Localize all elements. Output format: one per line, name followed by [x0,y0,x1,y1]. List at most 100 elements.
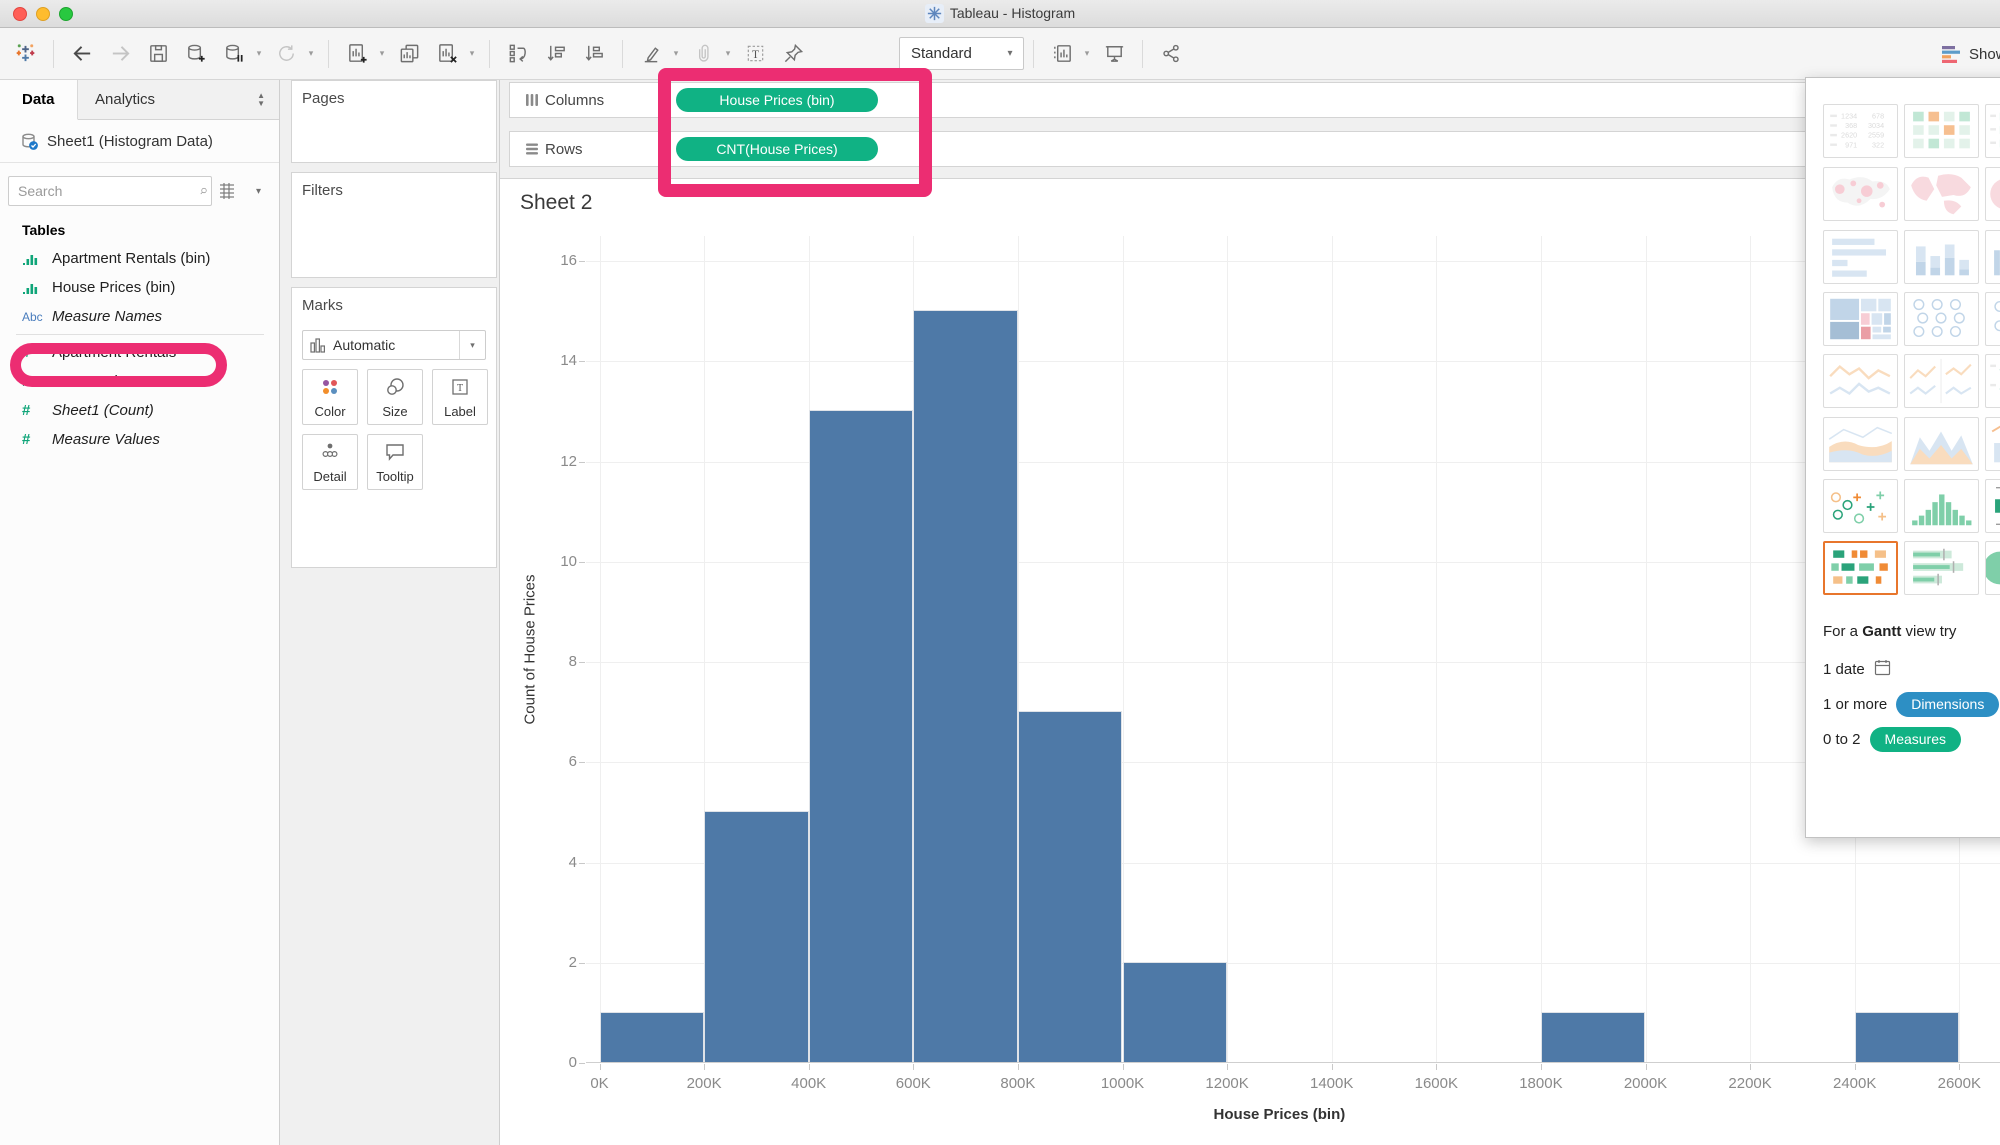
histogram-bar[interactable] [1854,1011,1960,1062]
histogram-bar[interactable] [1122,961,1228,1062]
format-button[interactable] [688,39,718,69]
view-fit-select[interactable]: Standard ▾ [899,37,1024,70]
chevron-down-icon[interactable]: ▾ [1081,48,1093,59]
label-mark-button[interactable]: T Label [432,369,488,425]
chevron-down-icon[interactable]: ▾ [466,48,478,59]
show-me-hint: For a Gantt view try [1823,623,1957,640]
filters-card[interactable]: Filters [291,172,497,278]
show-me-thumbnail-area-continuous[interactable] [1823,417,1898,471]
histogram-bar[interactable] [599,1011,705,1062]
histogram-bar[interactable] [913,310,1018,1062]
new-datasource-button[interactable] [181,39,211,69]
histogram-bar[interactable] [1017,711,1123,1062]
forward-button[interactable] [105,39,135,69]
highlight-button[interactable] [636,39,666,69]
show-me-thumbnail-scatter-plot[interactable] [1823,479,1898,533]
tab-data[interactable]: Data [0,80,78,120]
sheet-title[interactable]: Sheet 2 [520,191,592,215]
show-me-thumbnail-circle-views[interactable] [1904,292,1979,346]
swap-rows-columns-button[interactable] [503,39,533,69]
chevron-down-icon[interactable]: ▾ [670,48,682,59]
pages-card[interactable]: Pages [291,80,497,163]
histogram-bar[interactable] [1540,1011,1646,1062]
field-item[interactable]: Abc Measure Names [0,302,279,331]
show-me-thumbnail-packed-bubbles[interactable] [1985,541,2000,595]
field-item[interactable]: House Prices (bin) [0,273,279,302]
save-button[interactable] [143,39,173,69]
tables-section-label: Tables [22,222,66,238]
show-hide-cards-button[interactable] [1047,39,1077,69]
search-input-wrapper [8,176,212,206]
new-worksheet-button[interactable] [342,39,372,69]
divider [16,334,264,335]
field-item[interactable]: # Sheet1 (Count) [0,396,279,425]
show-me-thumbnail-pie-chart[interactable] [1985,167,2000,221]
show-me-thumbnail-text-table[interactable]: 1234 678 368 3034 2620 2559 971 322 [1823,104,1898,158]
detail-mark-button[interactable]: Detail [302,434,358,490]
show-me-thumbnail-side-by-side-bars[interactable] [1985,230,2000,284]
chevron-down-icon[interactable]: ▾ [722,48,734,59]
chevron-down-icon[interactable]: ▾ [253,48,265,59]
fix-axes-button[interactable] [778,39,808,69]
show-me-thumbnail-stacked-bars[interactable] [1904,230,1979,284]
show-me-thumbnail-horizontal-bars[interactable] [1823,230,1898,284]
field-item[interactable]: Apartment Rentals (bin) [0,244,279,273]
axis-tick [1017,1064,1019,1070]
chevron-down-icon[interactable]: ▾ [305,48,317,59]
axis-tick [579,461,585,463]
x-tick-label: 1400K [1310,1075,1354,1092]
field-list-options-button[interactable]: ▾ [256,186,261,197]
chart-plot-area[interactable] [586,236,2000,1063]
mark-type-dropdown[interactable]: Automatic ▾ [302,330,486,360]
axis-tick [1122,1064,1124,1070]
datasource-item[interactable]: Sheet1 (Histogram Data) [0,125,279,158]
axis-tick [579,862,585,864]
search-icon [200,187,207,195]
color-mark-button[interactable]: Color [302,369,358,425]
histogram-bar[interactable] [704,811,809,1062]
show-me-thumbnail-side-by-side-circles[interactable] [1985,292,2000,346]
show-mark-labels-button[interactable]: T [740,39,770,69]
histogram-field-icon [22,251,52,266]
axis-tick [704,1064,706,1070]
show-me-thumbnail-treemap[interactable] [1823,292,1898,346]
tableau-app-icon [924,4,944,23]
sort-descending-button[interactable] [579,39,609,69]
share-workbook-button[interactable] [1156,39,1186,69]
measures-pill: Measures [1869,726,1961,752]
histogram-bar[interactable] [808,410,914,1062]
clear-sheet-button[interactable] [432,39,462,69]
show-me-thumbnail-continuous-lines[interactable] [1823,354,1898,408]
show-me-thumbnail-table-lines[interactable] [1985,354,2000,408]
show-me-thumbnail-histogram[interactable] [1904,479,1979,533]
show-me-thumbnail-filled-map[interactable] [1904,167,1979,221]
y-axis-title[interactable]: Count of House Prices [522,470,539,830]
tooltip-mark-button[interactable]: Tooltip [367,434,423,490]
show-me-thumbnail-box-plot[interactable] [1985,479,2000,533]
size-mark-button[interactable]: Size [367,369,423,425]
tab-analytics[interactable]: Analytics ▲ ▼ [78,80,279,120]
x-axis-title[interactable]: House Prices (bin) [1079,1106,1479,1123]
show-me-button[interactable]: Show Me [1942,37,2000,71]
search-input[interactable] [9,183,199,199]
show-me-requirement: 0 to 2 Measures [1823,726,1961,752]
presentation-mode-button[interactable] [1099,39,1129,69]
show-me-thumbnail-area-discrete[interactable] [1904,417,1979,471]
duplicate-sheet-button[interactable] [394,39,424,69]
pause-auto-updates-button[interactable] [219,39,249,69]
back-button[interactable] [67,39,97,69]
show-me-thumbnail-highlight-table[interactable] [1904,104,1979,158]
show-me-thumbnail-dual-combination[interactable] [1985,417,2000,471]
show-me-thumbnail-heat-map[interactable] [1985,104,2000,158]
field-item[interactable]: # Measure Values [0,425,279,454]
show-me-thumbnail-gantt[interactable] [1823,541,1898,595]
chevron-down-icon[interactable]: ▾ [376,48,388,59]
show-me-thumbnail-symbol-map[interactable] [1823,167,1898,221]
show-me-thumbnail-bullet-graph[interactable] [1904,541,1979,595]
sort-ascending-button[interactable] [541,39,571,69]
view-as-grid-button[interactable] [212,182,250,200]
svg-text:971: 971 [1845,140,1857,149]
filters-card-label: Filters [302,182,343,199]
show-me-thumbnail-dual-lines[interactable] [1904,354,1979,408]
run-update-button[interactable] [271,39,301,69]
